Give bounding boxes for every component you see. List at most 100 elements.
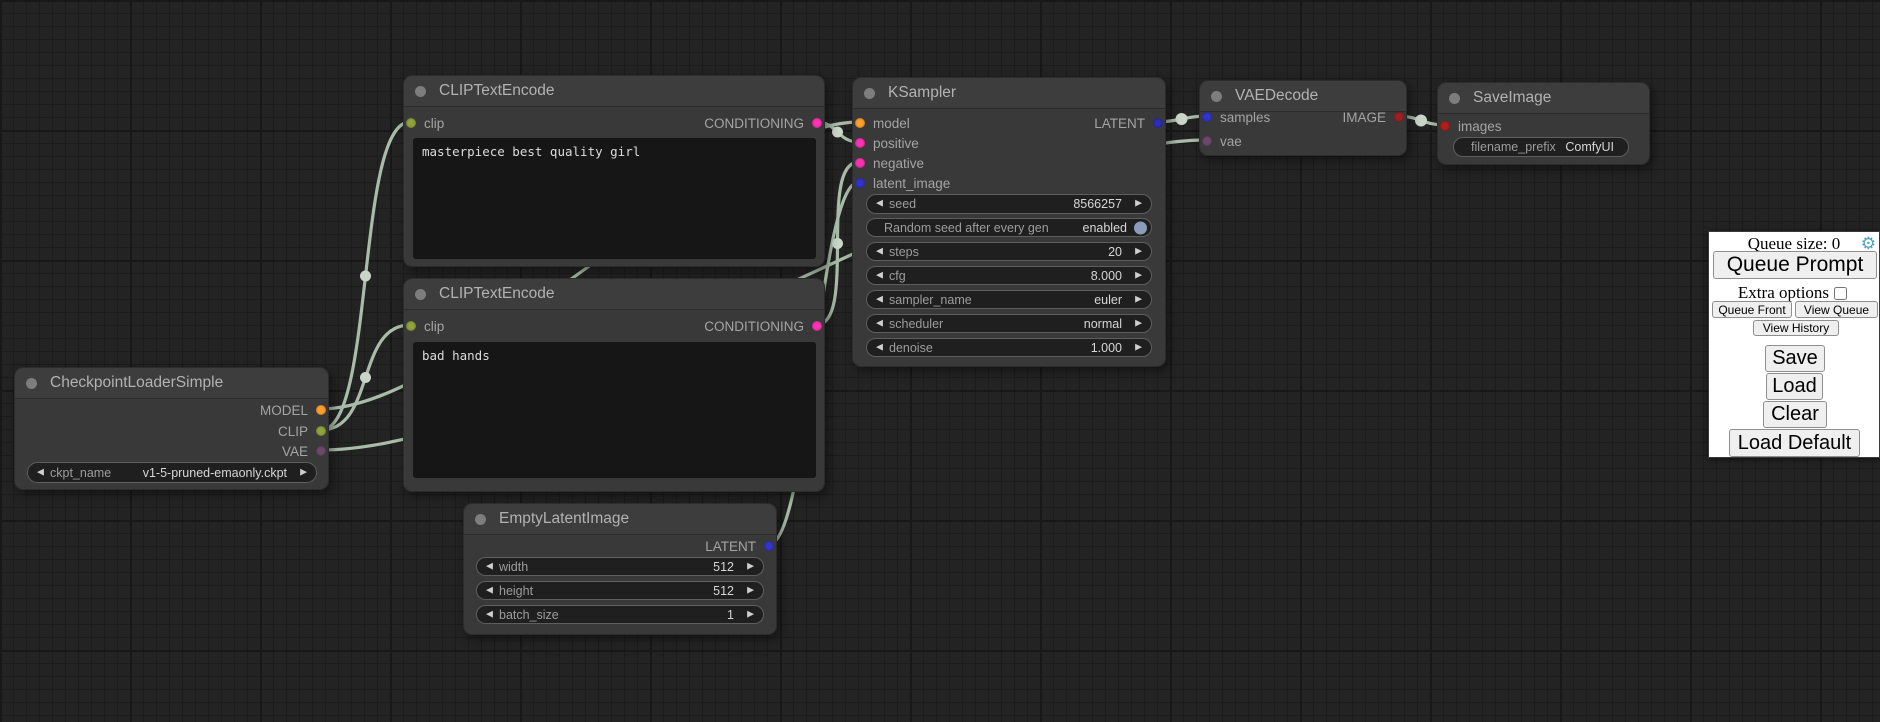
model-connector-icon[interactable] — [855, 118, 865, 128]
view-history-button[interactable]: View History — [1753, 320, 1839, 336]
clip-connector-icon[interactable] — [406, 321, 416, 331]
denoise-widget[interactable]: ◀ denoise 1.000 ▶ — [866, 338, 1152, 357]
vae-connector-icon[interactable] — [316, 446, 326, 456]
negative-prompt-textarea[interactable]: bad hands — [413, 342, 816, 478]
save-button[interactable]: Save — [1765, 345, 1825, 372]
random-seed-toggle-widget[interactable]: Random seed after every gen enabled — [866, 218, 1152, 237]
positive-prompt-textarea[interactable]: masterpiece best quality girl — [413, 138, 816, 259]
view-queue-button[interactable]: View Queue — [1795, 301, 1878, 318]
output-slot-image[interactable]: IMAGE — [1342, 108, 1404, 126]
arrow-right-icon[interactable]: ▶ — [1135, 200, 1142, 209]
width-widget[interactable]: ◀ width 512 ▶ — [476, 557, 764, 576]
collapse-dot-icon[interactable] — [864, 88, 875, 99]
extra-options-checkbox[interactable] — [1834, 287, 1847, 300]
input-slot-negative[interactable]: negative — [855, 154, 924, 172]
conditioning-connector-icon[interactable] — [855, 158, 865, 168]
scheduler-widget[interactable]: ◀ scheduler normal ▶ — [866, 314, 1152, 333]
arrow-right-icon[interactable]: ▶ — [747, 610, 754, 619]
vae-connector-icon[interactable] — [1202, 136, 1212, 146]
node-clip-text-encode-positive[interactable]: CLIPTextEncode clip CONDITIONING masterp… — [403, 75, 825, 267]
image-connector-icon[interactable] — [1440, 121, 1450, 131]
node-title-bar[interactable]: KSampler — [853, 78, 1165, 109]
latent-connector-icon[interactable] — [855, 178, 865, 188]
input-slot-vae[interactable]: vae — [1202, 132, 1242, 150]
input-slot-latent-image[interactable]: latent_image — [855, 174, 950, 192]
queue-menu-panel[interactable]: Queue size: 0 ⚙ Queue Prompt Extra optio… — [1708, 231, 1880, 458]
filename-prefix-widget[interactable]: filename_prefix ComfyUI — [1453, 137, 1629, 157]
node-title-bar[interactable]: SaveImage — [1438, 83, 1649, 114]
node-title-bar[interactable]: EmptyLatentImage — [464, 504, 776, 535]
arrow-left-icon[interactable]: ◀ — [37, 468, 44, 477]
model-connector-icon[interactable] — [316, 405, 326, 415]
node-empty-latent-image[interactable]: EmptyLatentImage LATENT ◀ width 512 ▶ ◀ … — [463, 503, 777, 635]
clip-connector-icon[interactable] — [406, 118, 416, 128]
input-slot-clip[interactable]: clip — [406, 114, 444, 132]
arrow-right-icon[interactable]: ▶ — [1135, 343, 1142, 352]
output-slot-conditioning[interactable]: CONDITIONING — [704, 114, 822, 132]
seed-widget[interactable]: ◀ seed 8566257 ▶ — [866, 194, 1152, 214]
node-title-bar[interactable]: CLIPTextEncode — [404, 76, 824, 107]
steps-widget[interactable]: ◀ steps 20 ▶ — [866, 242, 1152, 261]
clear-button[interactable]: Clear — [1763, 401, 1827, 428]
queue-prompt-button[interactable]: Queue Prompt — [1713, 251, 1877, 279]
sampler-name-widget[interactable]: ◀ sampler_name euler ▶ — [866, 290, 1152, 309]
arrow-left-icon[interactable]: ◀ — [876, 295, 883, 304]
graph-canvas[interactable]: CheckpointLoaderSimple MODEL CLIP VAE ◀ … — [0, 0, 1880, 722]
collapse-dot-icon[interactable] — [1449, 93, 1460, 104]
collapse-dot-icon[interactable] — [475, 514, 486, 525]
clip-connector-icon[interactable] — [316, 426, 326, 436]
cfg-widget[interactable]: ◀ cfg 8.000 ▶ — [866, 266, 1152, 285]
latent-connector-icon[interactable] — [1153, 118, 1163, 128]
node-title-bar[interactable]: CLIPTextEncode — [404, 279, 824, 310]
conditioning-connector-icon[interactable] — [812, 321, 822, 331]
conditioning-connector-icon[interactable] — [812, 118, 822, 128]
node-checkpoint-loader[interactable]: CheckpointLoaderSimple MODEL CLIP VAE ◀ … — [14, 367, 329, 490]
toggle-on-icon[interactable] — [1134, 221, 1147, 234]
node-vae-decode[interactable]: VAEDecode samples vae IMAGE — [1199, 80, 1407, 156]
node-clip-text-encode-negative[interactable]: CLIPTextEncode clip CONDITIONING bad han… — [403, 278, 825, 492]
queue-front-button[interactable]: Queue Front — [1712, 301, 1792, 318]
arrow-right-icon[interactable]: ▶ — [300, 468, 307, 477]
input-slot-model[interactable]: model — [855, 114, 910, 132]
arrow-left-icon[interactable]: ◀ — [876, 271, 883, 280]
input-slot-images[interactable]: images — [1440, 117, 1502, 135]
output-slot-clip[interactable]: CLIP — [278, 422, 326, 440]
collapse-dot-icon[interactable] — [1211, 91, 1222, 102]
image-connector-icon[interactable] — [1394, 112, 1404, 122]
height-widget[interactable]: ◀ height 512 ▶ — [476, 581, 764, 600]
arrow-right-icon[interactable]: ▶ — [747, 586, 754, 595]
latent-connector-icon[interactable] — [1202, 112, 1212, 122]
arrow-left-icon[interactable]: ◀ — [876, 343, 883, 352]
load-button[interactable]: Load — [1766, 373, 1823, 400]
arrow-right-icon[interactable]: ▶ — [1135, 295, 1142, 304]
load-default-button[interactable]: Load Default — [1729, 429, 1860, 457]
output-slot-vae[interactable]: VAE — [282, 442, 326, 460]
arrow-left-icon[interactable]: ◀ — [486, 562, 493, 571]
output-slot-latent[interactable]: LATENT — [1094, 114, 1163, 132]
batch-size-widget[interactable]: ◀ batch_size 1 ▶ — [476, 605, 764, 624]
output-slot-conditioning[interactable]: CONDITIONING — [704, 317, 822, 335]
collapse-dot-icon[interactable] — [415, 289, 426, 300]
arrow-left-icon[interactable]: ◀ — [486, 610, 493, 619]
collapse-dot-icon[interactable] — [26, 378, 37, 389]
output-slot-latent[interactable]: LATENT — [705, 537, 774, 555]
arrow-left-icon[interactable]: ◀ — [486, 586, 493, 595]
arrow-right-icon[interactable]: ▶ — [1135, 271, 1142, 280]
arrow-right-icon[interactable]: ▶ — [747, 562, 754, 571]
input-slot-samples[interactable]: samples — [1202, 108, 1270, 126]
arrow-right-icon[interactable]: ▶ — [1135, 247, 1142, 256]
arrow-left-icon[interactable]: ◀ — [876, 200, 883, 209]
arrow-left-icon[interactable]: ◀ — [876, 247, 883, 256]
conditioning-connector-icon[interactable] — [855, 138, 865, 148]
node-save-image[interactable]: SaveImage images filename_prefix ComfyUI — [1437, 82, 1650, 165]
node-ksampler[interactable]: KSampler model positive negative latent_… — [852, 77, 1166, 367]
arrow-left-icon[interactable]: ◀ — [876, 319, 883, 328]
ckpt-name-widget[interactable]: ◀ ckpt_name v1-5-pruned-emaonly.ckpt ▶ — [27, 462, 317, 483]
node-title-bar[interactable]: CheckpointLoaderSimple — [15, 368, 328, 399]
input-slot-positive[interactable]: positive — [855, 134, 919, 152]
latent-connector-icon[interactable] — [764, 541, 774, 551]
collapse-dot-icon[interactable] — [415, 86, 426, 97]
output-slot-model[interactable]: MODEL — [260, 401, 326, 419]
input-slot-clip[interactable]: clip — [406, 317, 444, 335]
arrow-right-icon[interactable]: ▶ — [1135, 319, 1142, 328]
